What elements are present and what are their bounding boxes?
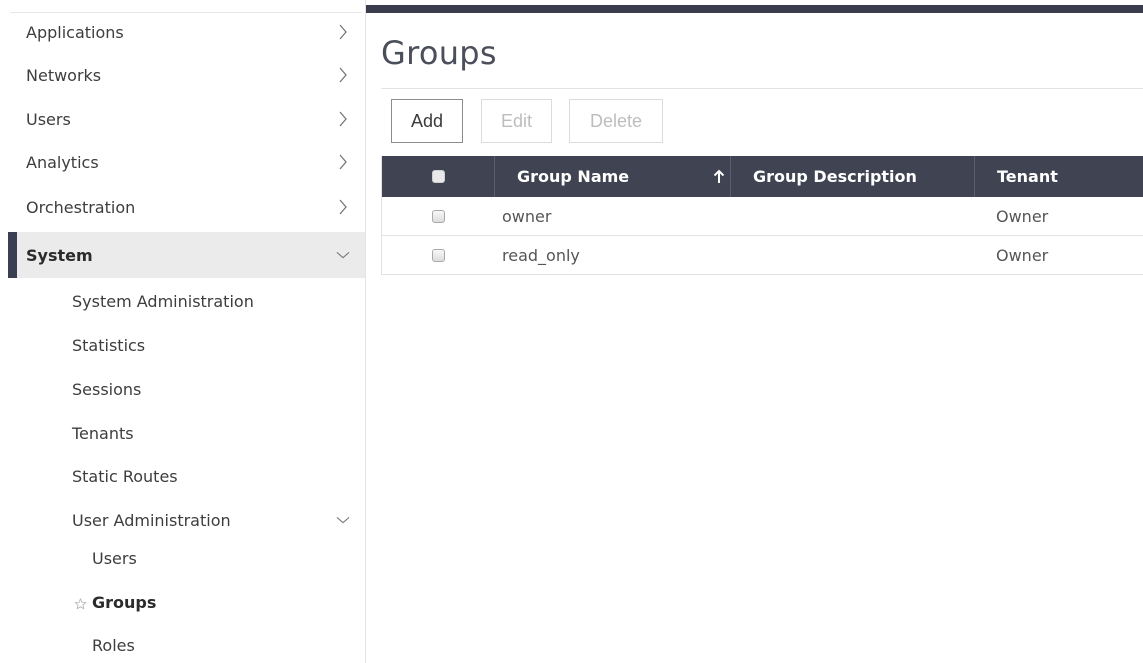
chevron-right-icon — [336, 199, 350, 215]
column-header-group-description[interactable]: Group Description — [730, 156, 974, 197]
sidebar-item-applications[interactable]: Applications — [8, 12, 365, 52]
edit-button[interactable]: Edit — [481, 99, 552, 143]
add-button[interactable]: Add — [391, 99, 463, 143]
arrow-up-icon[interactable] — [712, 169, 726, 185]
app-window: Applications Networks Users Analytics Or… — [0, 0, 1143, 663]
sidebar-item-label: Networks — [26, 65, 102, 85]
star-outline-icon[interactable] — [74, 596, 87, 610]
sidebar-item-orchestration[interactable]: Orchestration — [8, 187, 365, 227]
cell-tenant: Owner — [996, 245, 1049, 265]
cell-group-name: owner — [502, 206, 552, 226]
sidebar-item-label: Applications — [26, 22, 124, 42]
sidebar-item-tenants[interactable]: Tenants — [8, 415, 365, 451]
sidebar-item-sessions[interactable]: Sessions — [8, 371, 365, 407]
sidebar-item-analytics[interactable]: Analytics — [8, 142, 365, 182]
sidebar-item-label: Tenants — [72, 423, 134, 443]
chevron-right-icon — [336, 111, 350, 127]
column-header-tenant[interactable]: Tenant — [974, 156, 1143, 197]
sidebar-item-label: User Administration — [72, 510, 231, 530]
sidebar-item-label: Orchestration — [26, 197, 136, 217]
row-select-cell — [382, 197, 494, 235]
sidebar-item-networks[interactable]: Networks — [8, 55, 365, 95]
cell-group-name: read_only — [502, 245, 580, 265]
row-checkbox[interactable] — [431, 209, 445, 223]
column-header-label: Tenant — [997, 167, 1058, 186]
cell-group-description — [738, 236, 974, 274]
sidebar-item-system-administration[interactable]: System Administration — [8, 283, 365, 319]
row-checkbox[interactable] — [431, 248, 445, 262]
groups-table: Group Name Group Description Tenant owne… — [381, 156, 1143, 275]
sidebar-item-static-routes[interactable]: Static Routes — [8, 458, 365, 494]
sidebar-item-label: Sessions — [72, 379, 142, 399]
sidebar-item-users-sub[interactable]: Users — [8, 540, 365, 576]
sidebar-item-label: System Administration — [72, 291, 254, 311]
sidebar-item-label: Roles — [92, 635, 135, 655]
cell-tenant: Owner — [996, 206, 1049, 226]
top-bar — [366, 5, 1143, 13]
cell-group-description — [738, 197, 974, 235]
sidebar-item-user-administration[interactable]: User Administration — [8, 502, 365, 538]
select-all-checkbox[interactable] — [431, 170, 445, 183]
chevron-down-icon — [336, 513, 350, 527]
column-header-group-name[interactable]: Group Name — [494, 156, 730, 197]
row-select-cell — [382, 236, 494, 274]
sidebar-item-label: Groups — [92, 592, 157, 612]
select-all-cell — [382, 156, 494, 197]
delete-button[interactable]: Delete — [569, 99, 663, 143]
sidebar-item-label: Users — [26, 109, 71, 129]
page-title: Groups — [381, 34, 497, 72]
sidebar-item-system[interactable]: System — [8, 232, 365, 278]
toolbar: Add Edit Delete — [381, 88, 1143, 156]
chevron-right-icon — [336, 154, 350, 170]
chevron-down-icon — [336, 248, 350, 262]
column-header-label: Group Name — [517, 167, 630, 186]
column-header-label: Group Description — [753, 167, 917, 186]
sidebar: Applications Networks Users Analytics Or… — [0, 0, 366, 663]
sidebar-item-label: Analytics — [26, 152, 99, 172]
main-content: Groups Add Edit Delete Group Name Group … — [366, 0, 1143, 663]
sidebar-item-label: Statistics — [72, 335, 146, 355]
sidebar-item-groups[interactable]: Groups — [8, 584, 365, 620]
sidebar-item-label: Users — [92, 548, 137, 568]
sidebar-item-statistics[interactable]: Statistics — [8, 327, 365, 363]
sidebar-item-users[interactable]: Users — [8, 99, 365, 139]
table-row[interactable]: read_only Owner — [382, 236, 1143, 275]
table-header: Group Name Group Description Tenant — [382, 156, 1143, 197]
table-row[interactable]: owner Owner — [382, 197, 1143, 236]
chevron-right-icon — [336, 67, 350, 83]
chevron-right-icon — [336, 24, 350, 40]
sidebar-item-roles[interactable]: Roles — [8, 627, 365, 663]
sidebar-item-label: System — [26, 245, 93, 265]
sidebar-item-label: Static Routes — [72, 466, 178, 486]
